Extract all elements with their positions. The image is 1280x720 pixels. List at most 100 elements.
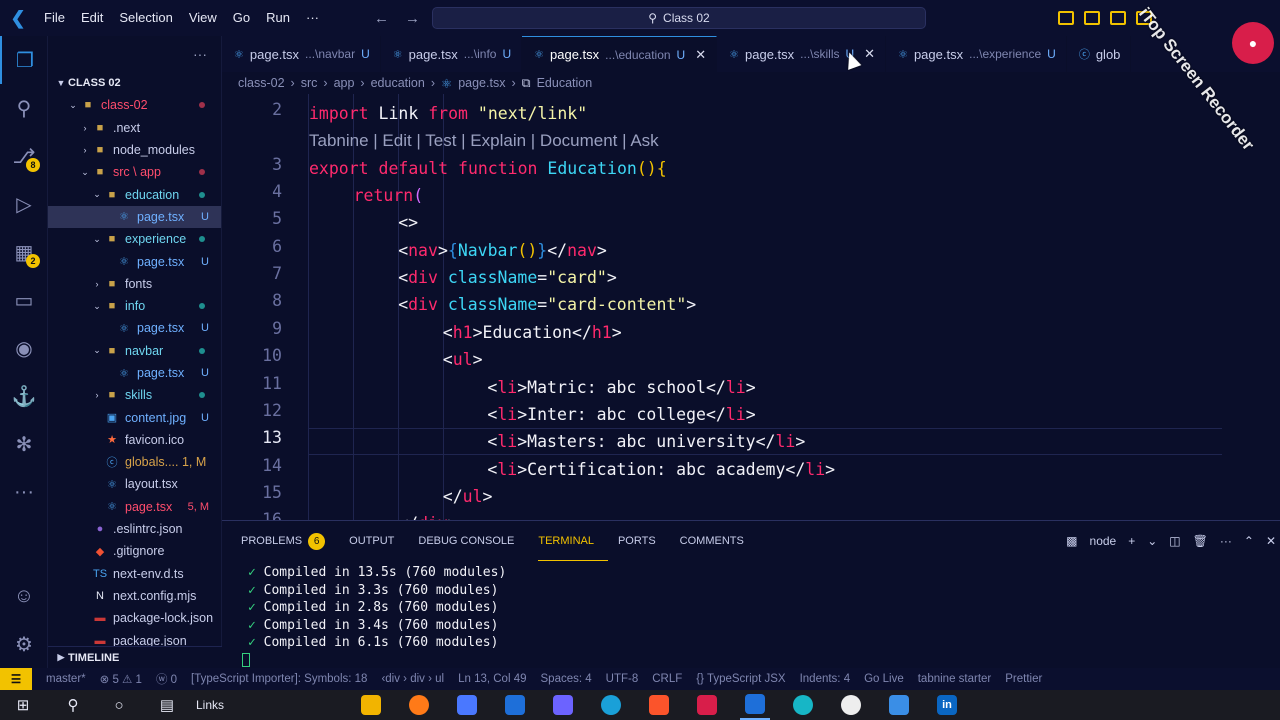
tree-item[interactable]: ⚛ page.tsx U <box>48 317 221 339</box>
tree-item[interactable]: ⌄ ■ class-02 <box>48 94 221 116</box>
breadcrumb-item[interactable]: src <box>301 76 318 90</box>
explorer-root[interactable]: ▼ CLASS 02 <box>48 72 221 94</box>
menu-item[interactable]: File <box>36 0 73 36</box>
tree-item[interactable]: ⚛ page.tsx U <box>48 250 221 272</box>
status-item[interactable]: Spaces: 4 <box>541 673 592 685</box>
windows-start-icon[interactable]: ⊞ <box>8 690 38 720</box>
status-item[interactable]: Ln 13, Col 49 <box>458 673 526 685</box>
editor-tab[interactable]: ⚛ page.tsx ...\navbar U <box>222 36 381 72</box>
terminal-name[interactable]: node <box>1090 534 1117 548</box>
close-icon[interactable]: ✕ <box>864 46 875 62</box>
linkedin-icon[interactable]: in <box>932 690 962 720</box>
menu-item[interactable]: ··· <box>298 0 327 36</box>
breadcrumb-item[interactable]: Education <box>537 76 593 90</box>
tree-item[interactable]: ⓒ globals.... 1, M <box>48 451 221 473</box>
close-panel-icon[interactable]: ✕ <box>1266 534 1276 548</box>
close-icon[interactable]: ✕ <box>695 47 706 63</box>
edge-icon[interactable] <box>596 690 626 720</box>
more-views-icon[interactable]: ··· <box>0 468 48 516</box>
store-icon[interactable] <box>452 690 482 720</box>
status-item[interactable]: CRLF <box>652 673 682 685</box>
tree-item[interactable]: Nnext.config.mjs <box>48 585 221 607</box>
toggle-sidebar-icon[interactable] <box>1058 11 1074 25</box>
github-desktop-icon[interactable] <box>836 690 866 720</box>
editor-tab[interactable]: ⓒ glob <box>1067 36 1132 72</box>
brave-icon[interactable] <box>644 690 674 720</box>
terminal-output[interactable]: ✓ Compiled in 13.5s (760 modules) ✓ Compi… <box>222 561 1280 672</box>
status-item[interactable]: Prettier <box>1005 673 1042 685</box>
menu-item[interactable]: Edit <box>73 0 111 36</box>
tree-item[interactable]: ● .eslintrc.json <box>48 518 221 540</box>
editor-tab[interactable]: ⚛ page.tsx ...\education U ✕ <box>522 36 718 72</box>
editor-tab[interactable]: ⚛ page.tsx ...\skills U ✕ <box>717 36 887 72</box>
photos-icon[interactable] <box>884 690 914 720</box>
back-arrow-icon[interactable]: ← <box>374 10 389 27</box>
code-editor[interactable]: Tabnine | Edit | Test | Explain | Docume… <box>222 94 1280 520</box>
panel-tab-ports[interactable]: PORTS <box>618 521 670 561</box>
task-view-icon[interactable]: ▤ <box>152 690 182 720</box>
tree-item[interactable]: ⌄ ■ src \ app <box>48 161 221 183</box>
status-item[interactable]: [TypeScript Importer]: Symbols: 18 <box>191 673 367 685</box>
figma-icon[interactable]: ✻ <box>0 420 48 468</box>
taskbar-links-label[interactable]: Links <box>196 698 224 712</box>
recorder-icon[interactable] <box>692 690 722 720</box>
remote-explorer-icon[interactable]: ▭ <box>0 276 48 324</box>
status-item[interactable]: Indents: 4 <box>800 673 851 685</box>
breadcrumb-item[interactable]: app <box>334 76 355 90</box>
tree-item[interactable]: ★ favicon.ico <box>48 429 221 451</box>
explorer-more-actions-icon[interactable]: ··· <box>48 36 221 72</box>
status-item[interactable]: UTF-8 <box>606 673 639 685</box>
media-player-icon[interactable] <box>548 690 578 720</box>
command-center[interactable]: ⚲ Class 02 <box>432 7 926 29</box>
panel-tab-problems[interactable]: PROBLEMS 6 <box>241 521 339 561</box>
tree-item[interactable]: ⚛ layout.tsx <box>48 473 221 495</box>
editor-tab[interactable]: ⚛ page.tsx ...\experience U <box>886 36 1067 72</box>
defender-icon[interactable] <box>500 690 530 720</box>
status-item[interactable]: master* <box>46 673 86 685</box>
panel-tab-terminal[interactable]: TERMINAL <box>538 521 608 561</box>
tree-item[interactable]: ▬ package-lock.json <box>48 607 221 629</box>
explorer-icon[interactable]: ❐ <box>0 36 48 84</box>
tree-item[interactable]: ◆ .gitignore <box>48 540 221 562</box>
status-item[interactable]: Go Live <box>864 673 904 685</box>
panel-tab-output[interactable]: OUTPUT <box>349 521 408 561</box>
breadcrumb-item[interactable]: education <box>371 76 425 90</box>
source-control-icon[interactable]: ⎇ 8 <box>0 132 48 180</box>
status-item[interactable]: ⓦ 0 <box>156 671 177 687</box>
vscode-taskbar-icon[interactable] <box>740 690 771 720</box>
remote-indicator-icon[interactable]: ☰ <box>0 668 32 690</box>
settings-gear-icon[interactable]: ⚙ <box>0 620 48 668</box>
panel-more-icon[interactable]: ··· <box>1220 534 1232 548</box>
tree-item[interactable]: ⚛ page.tsx 5, M <box>48 496 221 518</box>
status-item[interactable]: ⊗ 5 ⚠ 1 <box>100 672 142 686</box>
menu-item[interactable]: Go <box>225 0 258 36</box>
firefox-icon[interactable] <box>404 690 434 720</box>
taskbar-search-icon[interactable]: ⚲ <box>58 690 88 720</box>
tree-item[interactable]: › ■ .next <box>48 117 221 139</box>
toggle-secondary-sidebar-icon[interactable] <box>1110 11 1126 25</box>
extensions-icon[interactable]: ▦ 2 <box>0 228 48 276</box>
cortana-icon[interactable]: ○ <box>104 690 134 720</box>
tree-item[interactable]: TS next-env.d.ts <box>48 563 221 585</box>
canva-icon[interactable] <box>788 690 818 720</box>
file-explorer-icon[interactable] <box>356 690 386 720</box>
edge-devtools-icon[interactable]: ◉ <box>0 324 48 372</box>
status-item[interactable]: ‹div › div › ul <box>381 673 444 685</box>
tree-item[interactable]: › ■ node_modules <box>48 139 221 161</box>
split-terminal-icon[interactable]: ◫ <box>1169 534 1180 548</box>
menu-item[interactable]: View <box>181 0 225 36</box>
tree-item[interactable]: › ■ skills <box>48 384 221 406</box>
search-view-icon[interactable]: ⚲ <box>0 84 48 132</box>
kill-terminal-icon[interactable]: 🗑 <box>1193 534 1208 548</box>
tree-item[interactable]: ⌄ ■ info <box>48 295 221 317</box>
run-debug-icon[interactable]: ▷ <box>0 180 48 228</box>
panel-tab-comments[interactable]: COMMENTS <box>680 521 758 561</box>
editor-tab[interactable]: ⚛ page.tsx ...\info U <box>381 36 523 72</box>
panel-tab-debug-console[interactable]: DEBUG CONSOLE <box>418 521 528 561</box>
docker-icon[interactable]: ⚓ <box>0 372 48 420</box>
account-icon[interactable]: ☺ <box>0 572 48 620</box>
chevron-down-icon[interactable]: ⌄ <box>1147 534 1157 548</box>
maximize-panel-icon[interactable]: ⌃ <box>1244 534 1254 548</box>
toggle-panel-icon[interactable] <box>1084 11 1100 25</box>
tree-item[interactable]: ⌄ ■ experience <box>48 228 221 250</box>
